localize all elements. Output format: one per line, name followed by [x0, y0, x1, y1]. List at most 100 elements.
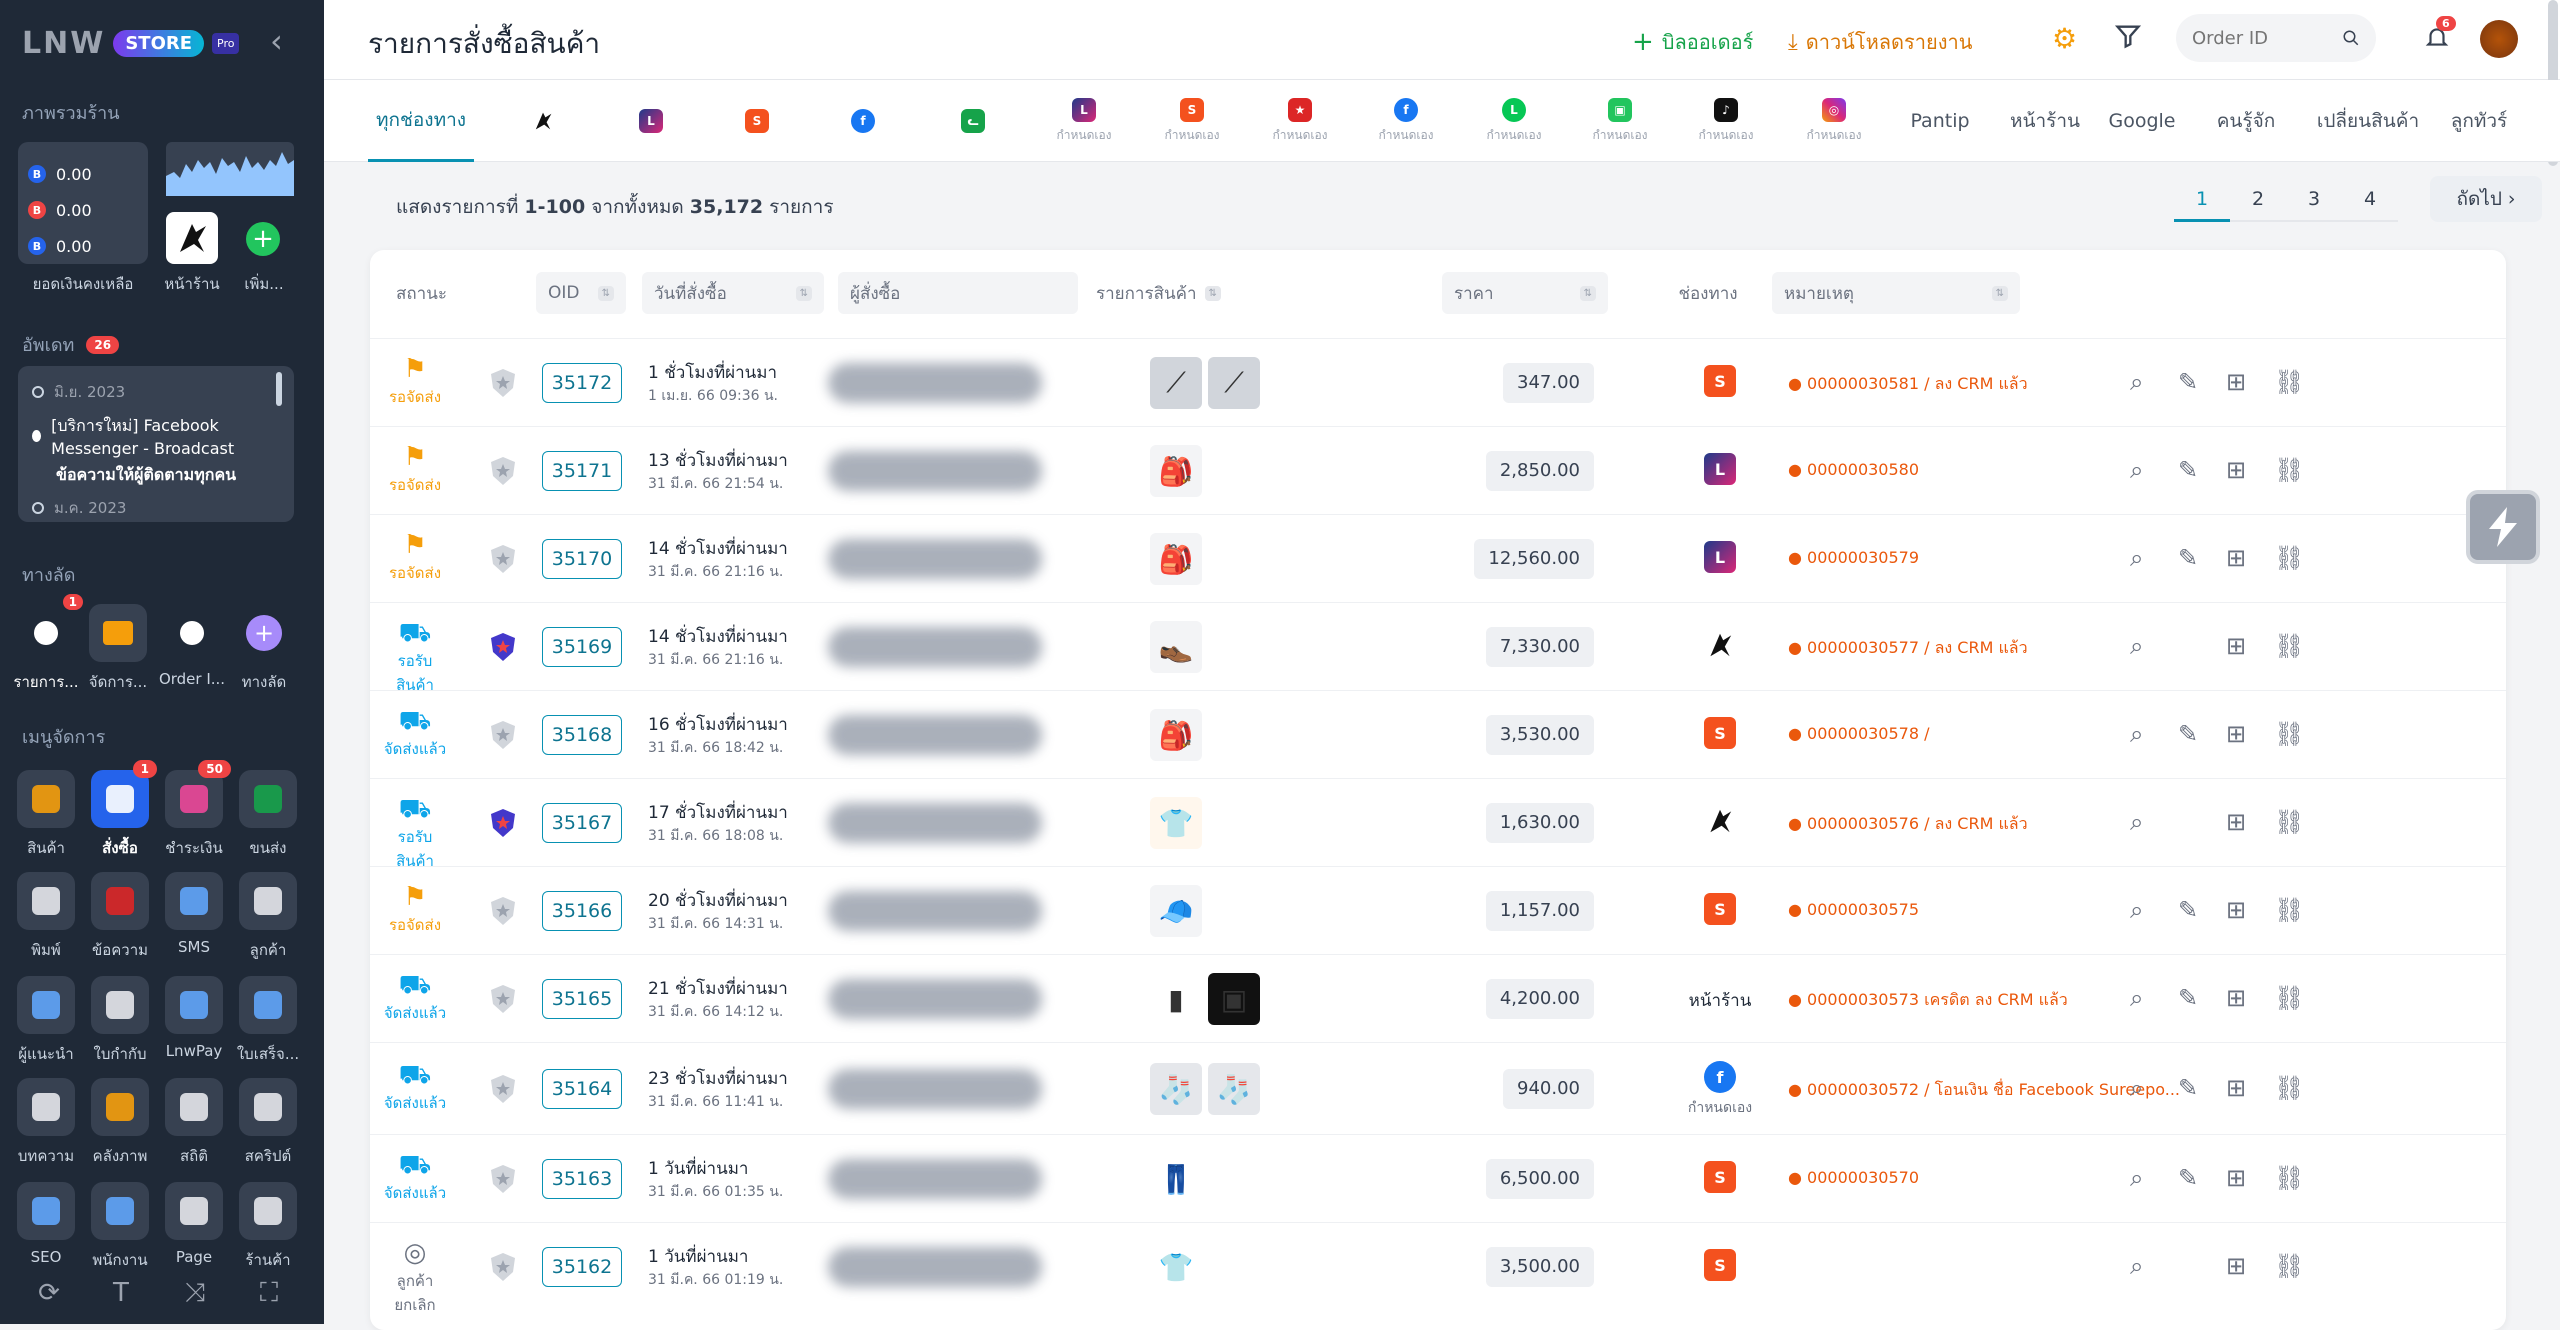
link-icon[interactable]: ⛓ — [2274, 720, 2304, 748]
buyer-name-blurred[interactable] — [828, 363, 1042, 403]
product-thumbnail[interactable]: ▣ — [1208, 973, 1260, 1025]
shortcut-orders[interactable]: 1 รายการ... — [12, 594, 83, 694]
order-note[interactable]: ● 00000030573 เครดิต ลง CRM แล้ว — [1788, 988, 2068, 1013]
link-icon[interactable]: ⛓ — [2274, 896, 2304, 924]
menu-item-gallery[interactable]: คลังภาพ — [86, 1078, 154, 1168]
link-icon[interactable]: ⛓ — [2274, 544, 2304, 572]
edit-pencil-icon[interactable]: ✎ — [2178, 1074, 2204, 1102]
tab-label-18[interactable]: เปลี่ยนสินค้า — [2310, 80, 2426, 162]
buyer-name-blurred[interactable] — [828, 1069, 1042, 1109]
col-note[interactable]: หมายเหตุ ⇅ — [1772, 272, 2020, 314]
edit-pencil-icon[interactable]: ✎ — [2178, 544, 2204, 572]
table-row[interactable]: ⛟ จัดส่งแล้ว 35165 21 ชั่วโมงที่ผ่านมา 31… — [370, 954, 2506, 1042]
shop-front-icon[interactable] — [166, 212, 218, 264]
menu-item-script[interactable]: สคริปต์ — [234, 1078, 302, 1168]
edit-pencil-icon[interactable]: ✎ — [2178, 984, 2204, 1012]
add-doc-icon[interactable]: ⊞ — [2226, 1074, 2252, 1102]
menu-item-payment-piggy[interactable]: 50 ชำระเงิน — [160, 760, 231, 860]
tab-lazada-2[interactable]: L — [616, 80, 686, 162]
add-doc-icon[interactable]: ⊞ — [2226, 984, 2252, 1012]
balance-card[interactable]: B 0.00 B 0.00 B 0.00 — [18, 142, 148, 264]
order-note[interactable]: ● 00000030570 — [1788, 1168, 1919, 1187]
sort-icon[interactable]: ⇅ — [1579, 285, 1596, 301]
add-doc-icon[interactable]: ⊞ — [2226, 1164, 2252, 1192]
news-title[interactable]: [บริการใหม่] Facebook Messenger - Broadc… — [51, 414, 280, 458]
tab-tiktok-12[interactable]: ♪ กำหนดเอง — [1686, 80, 1766, 162]
product-thumbnail[interactable]: 🎒 — [1150, 709, 1202, 761]
add-doc-icon[interactable]: ⊞ — [2226, 808, 2252, 836]
link-icon[interactable]: ⛓ — [2274, 1164, 2304, 1192]
add-doc-icon[interactable]: ⊞ — [2226, 456, 2252, 484]
link-icon[interactable]: ⛓ — [2274, 808, 2304, 836]
order-id-link[interactable]: 35171 — [542, 451, 622, 491]
view-search-icon[interactable]: ⌕ — [2130, 896, 2156, 924]
product-thumbnail[interactable]: 👕 — [1150, 797, 1202, 849]
col-price[interactable]: ราคา ⇅ — [1442, 272, 1608, 314]
order-id-link[interactable]: 35163 — [542, 1159, 622, 1199]
menu-item-mailbox[interactable]: ข้อความ — [86, 872, 154, 962]
table-row[interactable]: ⚑ รอจัดส่ง 35170 14 ชั่วโมงที่ผ่านมา 31 ม… — [370, 514, 2506, 602]
menu-item-lnwpay-shield[interactable]: LnwPay — [160, 976, 228, 1060]
menu-item-article[interactable]: บทความ — [12, 1078, 80, 1168]
news-scrollbar[interactable] — [276, 372, 282, 406]
add-plus-icon[interactable]: + — [246, 222, 280, 256]
order-note[interactable]: ● 00000030576 / ลง CRM แล้ว — [1788, 812, 2028, 837]
sales-sparkline[interactable] — [166, 142, 294, 196]
product-thumbnail[interactable]: 👕 — [1150, 1241, 1202, 1293]
menu-item-page[interactable]: Page — [160, 1182, 228, 1266]
news-feed[interactable]: มิ.ย. 2023 [บริการใหม่] Facebook Messeng… — [18, 366, 294, 522]
table-row[interactable]: ⚑ รอจัดส่ง 35172 1 ชั่วโมงที่ผ่านมา 1 เม.… — [370, 338, 2506, 426]
shortcut-add[interactable]: + ทางลัด — [230, 604, 298, 694]
tab-label-14[interactable]: Pantip — [1900, 80, 1980, 162]
order-id-link[interactable]: 35168 — [542, 715, 622, 755]
link-icon[interactable]: ⛓ — [2274, 1252, 2304, 1280]
table-row[interactable]: ⛟ จัดส่งแล้ว 35163 1 วันที่ผ่านมา 31 มี.ค… — [370, 1134, 2506, 1222]
order-search[interactable] — [2176, 14, 2376, 62]
view-search-icon[interactable]: ⌕ — [2130, 1164, 2156, 1192]
product-thumbnail[interactable]: 🧢 — [1150, 885, 1202, 937]
tab-label-16[interactable]: Google — [2102, 80, 2182, 162]
floating-helper-button[interactable] — [2466, 490, 2540, 564]
product-thumbnail[interactable]: ⟋ — [1150, 357, 1202, 409]
order-id-link[interactable]: 35165 — [542, 979, 622, 1019]
order-id-link[interactable]: 35166 — [542, 891, 622, 931]
order-id-link[interactable]: 35167 — [542, 803, 622, 843]
edit-pencil-icon[interactable]: ✎ — [2178, 368, 2204, 396]
link-icon[interactable]: ⛓ — [2274, 368, 2304, 396]
tab-cat-5[interactable]: ᓚ — [938, 80, 1008, 162]
col-items[interactable]: รายการสินค้า ⇅ — [1096, 272, 1221, 314]
sort-icon[interactable]: ⇅ — [1991, 285, 2008, 301]
tab-label-19[interactable]: ลูกทัวร์ — [2434, 80, 2524, 162]
order-note[interactable]: ● 00000030577 / ลง CRM แล้ว — [1788, 636, 2028, 661]
buyer-name-blurred[interactable] — [828, 891, 1042, 931]
buyer-name-blurred[interactable] — [828, 715, 1042, 755]
add-doc-icon[interactable]: ⊞ — [2226, 632, 2252, 660]
order-note[interactable]: ● 00000030579 — [1788, 548, 1919, 567]
settings-gear-icon[interactable]: ⚙ — [2052, 22, 2084, 55]
page-4[interactable]: 4 — [2342, 176, 2398, 222]
add-doc-icon[interactable]: ⊞ — [2226, 896, 2252, 924]
tab-label-0[interactable]: ทุกช่องทาง — [368, 80, 474, 162]
buyer-name-blurred[interactable] — [828, 803, 1042, 843]
order-note[interactable]: ● 00000030578 / — [1788, 724, 1930, 743]
product-thumbnail[interactable]: 🎒 — [1150, 445, 1202, 497]
sort-icon[interactable]: ⇅ — [1204, 285, 1221, 301]
buyer-name-blurred[interactable] — [828, 1247, 1042, 1287]
menu-item-orders-clipboard[interactable]: 1 สั่งซื้อ — [86, 760, 157, 860]
view-search-icon[interactable]: ⌕ — [2130, 456, 2156, 484]
table-row[interactable]: ⚑ รอจัดส่ง 35171 13 ชั่วโมงที่ผ่านมา 31 ม… — [370, 426, 2506, 514]
order-id-link[interactable]: 35164 — [542, 1069, 622, 1109]
menu-item-products[interactable]: สินค้า — [12, 770, 80, 860]
order-id-link[interactable]: 35170 — [542, 539, 622, 579]
tab-facebook-9[interactable]: f กำหนดเอง — [1366, 80, 1446, 162]
product-thumbnail[interactable]: 🧦 — [1208, 1063, 1260, 1115]
order-id-link[interactable]: 35169 — [542, 627, 622, 667]
view-search-icon[interactable]: ⌕ — [2130, 720, 2156, 748]
buyer-name-blurred[interactable] — [828, 539, 1042, 579]
edit-pencil-icon[interactable]: ✎ — [2178, 720, 2204, 748]
buyer-name-blurred[interactable] — [828, 1159, 1042, 1199]
page-2[interactable]: 2 — [2230, 176, 2286, 222]
notification-bell-icon[interactable]: 6 — [2424, 16, 2456, 54]
order-id-search-input[interactable] — [2192, 27, 2342, 49]
buyer-name-blurred[interactable] — [828, 979, 1042, 1019]
